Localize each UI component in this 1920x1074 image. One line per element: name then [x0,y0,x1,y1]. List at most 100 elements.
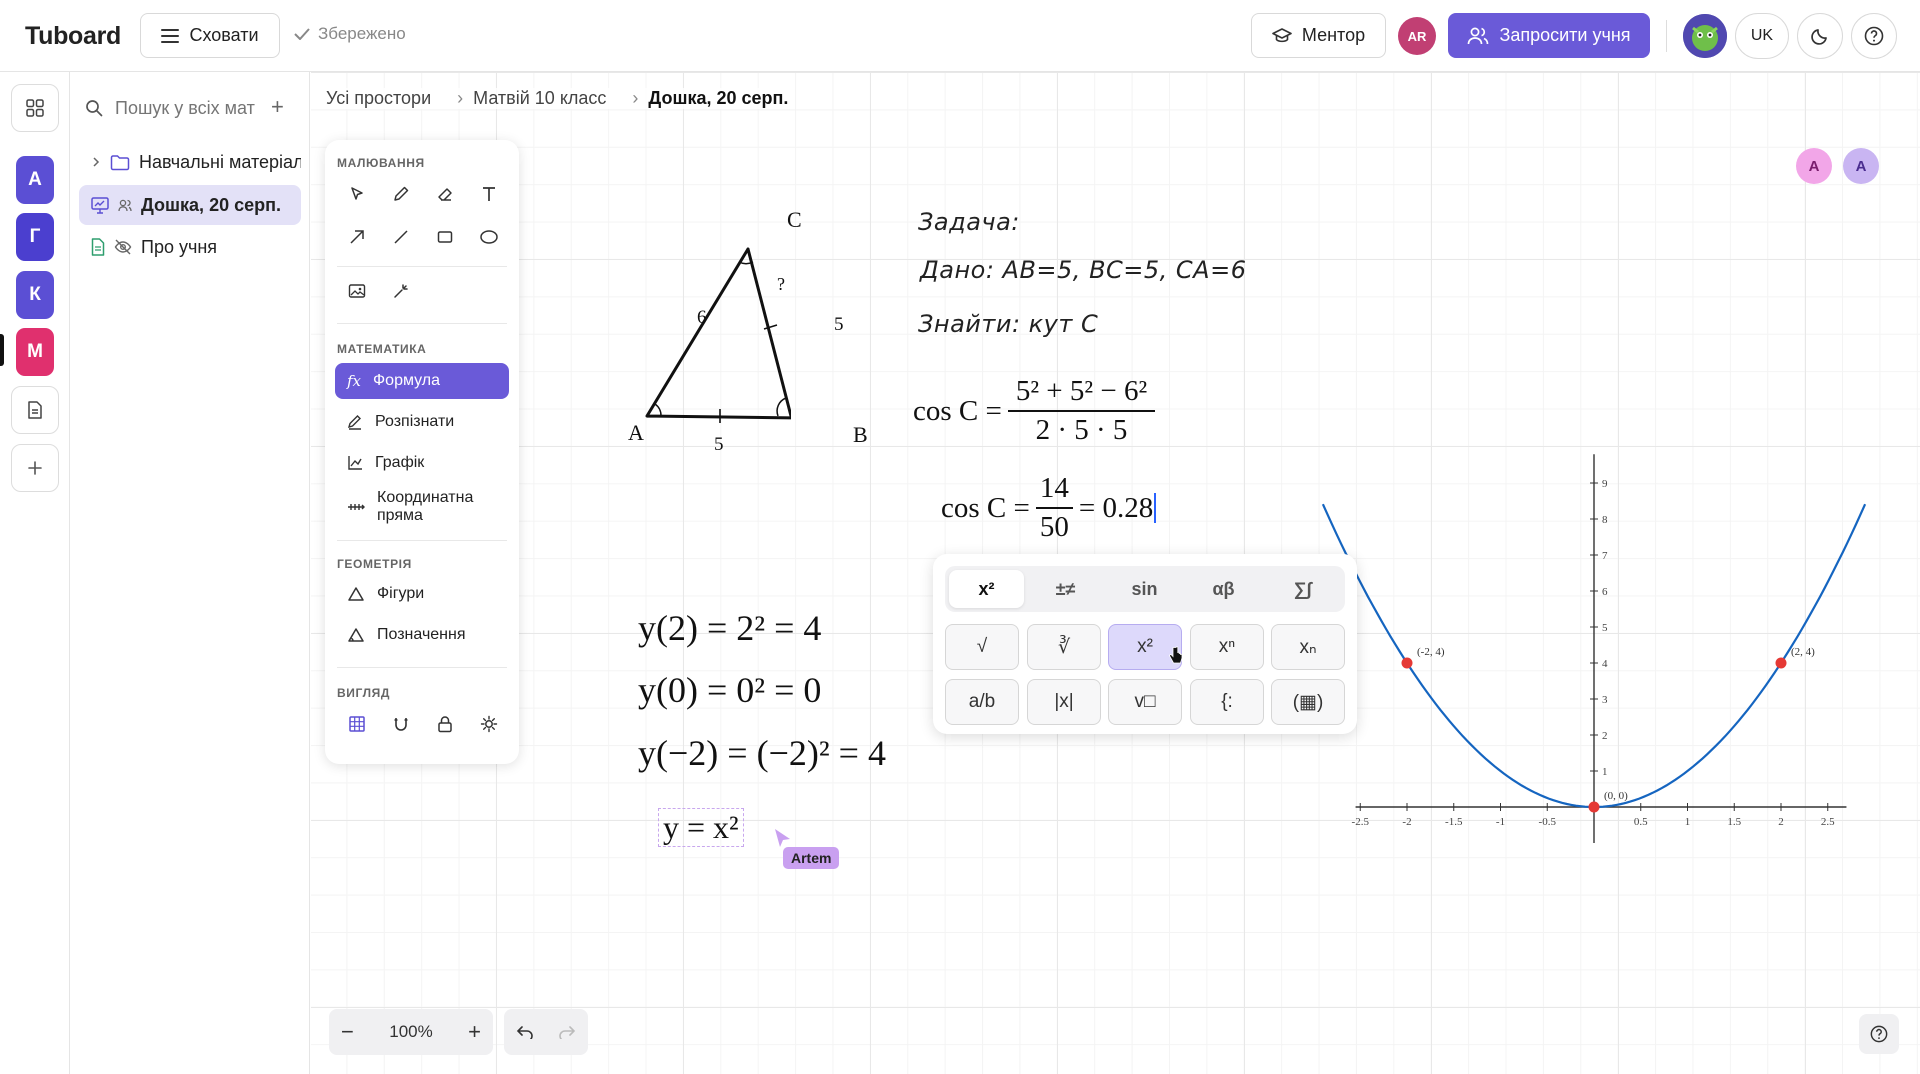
key-abs[interactable]: |x| [1027,679,1101,725]
documents-button[interactable] [11,386,59,434]
breadcrumb-space[interactable]: Матвій 10 класс [473,88,606,109]
number-line-tool[interactable]: Координатна пряма [335,486,509,528]
space-a[interactable]: А [16,156,54,204]
recognize-tool[interactable]: Розпізнати [335,404,509,440]
graph-y-tick-label: 2 [1602,730,1608,742]
key-sqrt[interactable]: √ [945,624,1019,670]
whiteboard-icon [91,196,109,214]
zoom-level[interactable]: 100% [389,1022,432,1042]
tree-item-label: Навчальні матеріали [139,151,301,172]
canvas-help-button[interactable] [1859,1014,1899,1054]
keyboard-tab-powers[interactable]: x² [949,570,1024,608]
background-toggle[interactable] [471,706,507,742]
space-g[interactable]: Г [16,213,54,261]
save-status: Збережено [294,24,406,44]
image-tool[interactable] [339,273,375,309]
graph-x-tick-label: -2 [1402,816,1411,828]
materials-sidebar: + Навчальні матеріали Дошка, 20 серп. Пр… [71,72,310,1074]
apps-grid-button[interactable] [11,84,59,132]
pen-tool[interactable] [383,176,419,212]
keyboard-tab-trig[interactable]: sin [1107,570,1182,608]
formula-tool[interactable]: fx Формула [335,363,509,399]
menu-icon [161,28,180,43]
canvas-user-avatar[interactable]: A [1843,148,1879,184]
space-k[interactable]: К [16,271,54,319]
space-m[interactable]: М [16,328,54,376]
formula-y-minus2[interactable]: y(−2) = (−2)² = 4 [638,732,886,774]
eye-off-icon [114,239,132,255]
key-vector[interactable]: v□ [1108,679,1182,725]
chart-icon [347,455,363,471]
chevron-right-icon: › [457,88,464,108]
annotation-tool[interactable]: Позначення [335,617,509,653]
problem-find[interactable]: Знайти: кут C [918,310,1098,338]
recognize-tool-label: Розпізнати [375,413,455,430]
rectangle-tool[interactable] [427,219,463,255]
ellipse-tool[interactable] [471,219,507,255]
arrow-tool[interactable] [339,219,375,255]
key-system[interactable]: {: [1190,679,1264,725]
graph-x-tick-label: 1 [1685,816,1691,828]
snap-toggle[interactable] [383,706,419,742]
user-avatar[interactable] [1683,14,1727,58]
eraser-tool[interactable] [427,176,463,212]
graph-point-label: (2, 4) [1791,646,1815,658]
breadcrumb-all-spaces[interactable]: Усі простори [326,88,431,109]
language-switcher[interactable]: UK [1735,13,1789,59]
keyboard-tab-calculus[interactable]: ∑∫ [1265,570,1340,608]
key-power[interactable]: xⁿ [1190,624,1264,670]
angle-mark-icon [347,627,365,643]
tree-item-about-student[interactable]: Про учня [79,227,301,267]
graph-y-tick-label: 9 [1602,478,1608,490]
vertex-a-label: A [628,420,644,445]
grid-toggle[interactable] [339,706,375,742]
redo-button[interactable] [558,1025,576,1039]
tree-folder-materials[interactable]: Навчальні матеріали [79,142,301,182]
canvas-user-avatar[interactable]: A [1796,148,1832,184]
key-fraction[interactable]: a/b [945,679,1019,725]
text-tool[interactable] [471,176,507,212]
help-button[interactable] [1851,13,1897,59]
cos-formula-lhs: cos C = [913,394,1002,427]
grid-icon [348,715,366,733]
lock-toggle[interactable] [427,706,463,742]
laser-tool[interactable] [383,273,419,309]
cos-value-formula[interactable]: cos C = 14 50 = 0.28 [941,472,1157,544]
formula-y2[interactable]: y(2) = 2² = 4 [638,607,821,649]
search-input[interactable] [115,97,255,119]
tree-item-board[interactable]: Дошка, 20 серп. [79,185,301,225]
mentor-label: Ментор [1301,25,1366,45]
keyboard-tab-relations[interactable]: ±≠ [1028,570,1103,608]
invite-student-button[interactable]: Запросити учня [1448,13,1650,58]
zoom-in-button[interactable]: + [468,1019,481,1045]
keyboard-tab-greek[interactable]: αβ [1186,570,1261,608]
key-matrix[interactable]: (▦) [1271,679,1345,725]
cos-formula[interactable]: cos C = 5² + 5² − 6² 2 · 5 · 5 [913,375,1161,447]
magnet-icon [392,715,410,733]
key-cbrt[interactable]: ∛ [1027,624,1101,670]
undo-button[interactable] [516,1025,534,1039]
section-view-title: ВИГЛЯД [337,686,390,700]
graph-point [1775,657,1787,669]
problem-title[interactable]: Задача: [918,208,1020,236]
graph-tool[interactable]: Графік [335,445,509,481]
select-tool[interactable] [339,176,375,212]
whiteboard-canvas[interactable]: Усі простори › Матвій 10 класс › Дошка, … [311,72,1920,1074]
theme-toggle[interactable] [1797,13,1843,59]
avatar[interactable]: AR [1398,17,1436,55]
hide-sidebar-button[interactable]: Сховати [140,13,280,58]
graph-y-tick-label: 8 [1602,514,1608,526]
add-space-button[interactable] [11,444,59,492]
formula-y0[interactable]: y(0) = 0² = 0 [638,669,821,711]
problem-given[interactable]: Дано: AB=5, BC=5, CA=6 [920,256,1246,284]
formula-function[interactable]: y = x² [658,808,744,847]
shapes-tool[interactable]: Фігури [335,576,509,612]
line-tool[interactable] [383,219,419,255]
zoom-out-button[interactable]: − [341,1019,354,1045]
mentor-button[interactable]: Ментор [1251,13,1386,58]
add-material-button[interactable]: + [271,94,284,120]
section-geometry-title: ГЕОМЕТРІЯ [337,557,412,571]
folder-icon [110,154,130,171]
key-subscript[interactable]: xₙ [1271,624,1345,670]
document-icon [27,401,43,419]
